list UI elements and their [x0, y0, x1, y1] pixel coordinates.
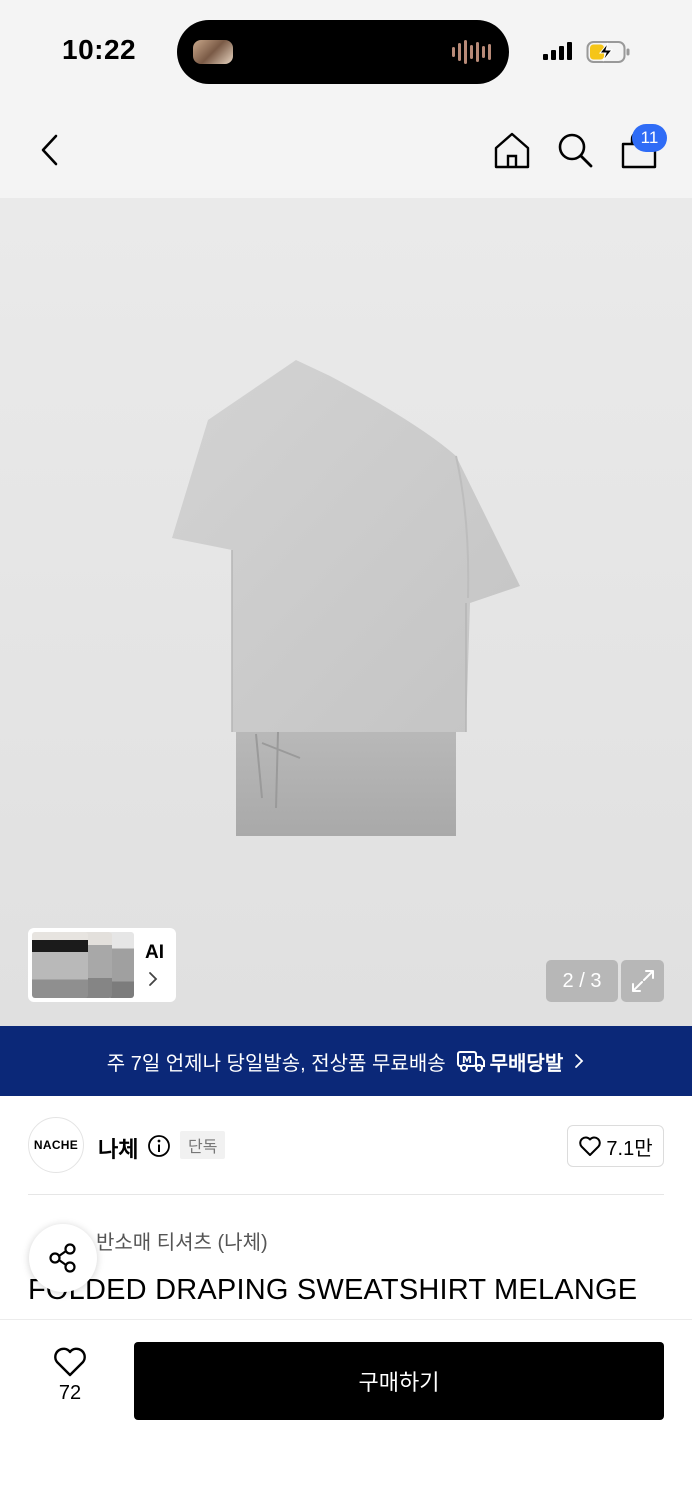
svg-text:M: M [462, 1055, 472, 1066]
product-title: FOLDED DRAPING SWEATSHIRT MELANGE [28, 1274, 638, 1306]
cellular-signal-icon [543, 42, 572, 60]
top-navigation-bar [0, 100, 692, 198]
share-icon [49, 1243, 76, 1273]
divider [28, 1194, 664, 1195]
product-category-text: 반소매 티셔츠 (나체) [96, 1232, 268, 1254]
chevron-left-icon [41, 134, 58, 166]
expand-image-button[interactable] [621, 960, 664, 1002]
brand-name[interactable]: 나체 [98, 1132, 138, 1164]
audio-waveform-icon [452, 40, 491, 64]
brand-like-count: 7.1만 [606, 1137, 653, 1160]
thumbnail-image [32, 932, 88, 998]
ai-label: AI [145, 942, 164, 963]
dynamic-island [177, 20, 509, 84]
home-icon [494, 132, 530, 169]
expand-icon [631, 970, 654, 992]
search-button[interactable] [553, 128, 597, 172]
buy-button[interactable]: 구매하기 [134, 1342, 664, 1420]
now-playing-thumbnail [193, 40, 233, 64]
home-button[interactable] [490, 128, 534, 172]
shipping-logo: M 무배당발 [456, 1047, 564, 1076]
product-image-gallery[interactable]: AI 2 / 3 [0, 198, 692, 1026]
delivery-truck-icon: M [456, 1051, 485, 1072]
product-like-button[interactable]: 72 [40, 1346, 100, 1405]
product-like-count: 72 [58, 1382, 82, 1404]
brand-like-button[interactable]: 7.1만 [567, 1125, 664, 1167]
info-icon[interactable] [147, 1134, 171, 1158]
image-page-indicator: 2 / 3 [546, 960, 618, 1002]
bottom-action-bar: 72 구매하기 [0, 1319, 692, 1500]
search-icon [558, 133, 593, 168]
battery-charging-icon [586, 41, 630, 63]
cart-count-badge: 11 [632, 124, 667, 152]
heart-icon [54, 1347, 86, 1377]
chevron-right-icon [575, 1054, 584, 1068]
heart-icon [579, 1136, 602, 1156]
status-time: 10:22 [62, 34, 137, 65]
exclusive-badge: 단독 [180, 1131, 226, 1159]
shipping-banner-text: 주 7일 언제나 당일발송, 전상품 무료배송 [106, 1052, 446, 1075]
shipping-banner[interactable]: 주 7일 언제나 당일발송, 전상품 무료배송 M 무배당발 [0, 1026, 692, 1096]
share-button[interactable] [29, 1224, 97, 1292]
ai-fitting-thumbnails[interactable]: AI [28, 928, 176, 1002]
product-image [172, 360, 520, 836]
status-bar: 10:22 [0, 0, 692, 100]
brand-logo[interactable]: NACHE [28, 1117, 84, 1173]
shipping-logo-text: 무배당발 [489, 1052, 564, 1075]
chevron-right-icon [149, 972, 158, 986]
back-button[interactable] [28, 128, 72, 172]
